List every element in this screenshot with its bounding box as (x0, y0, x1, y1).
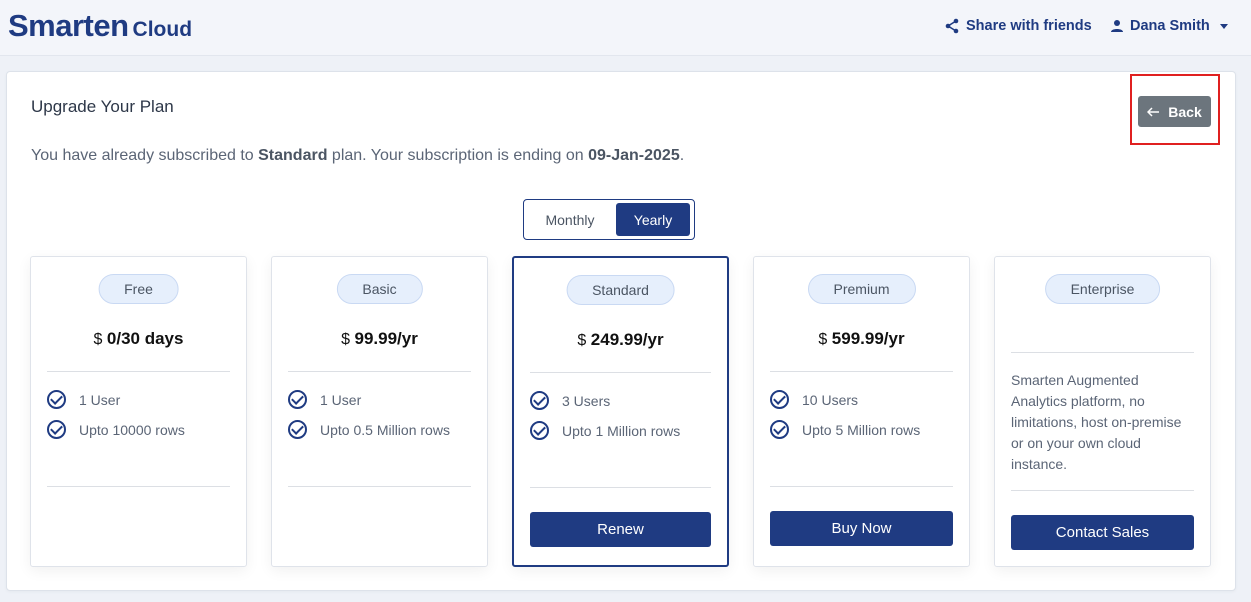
plan-name: Basic (336, 274, 423, 304)
feature-item: 1 User (288, 390, 361, 409)
brand-sub: Cloud (132, 18, 193, 41)
check-circle-icon (47, 420, 66, 439)
plan-price: $ 99.99/yr (341, 329, 418, 348)
feature-item: Upto 1 Million rows (530, 421, 680, 440)
monthly-option[interactable]: Monthly (527, 203, 613, 236)
plan-card-standard: Standard $ 249.99/yr 3 Users Upto 1 Mill… (512, 256, 729, 567)
arrow-left-icon (1147, 106, 1160, 117)
check-circle-icon (288, 420, 307, 439)
divider (770, 371, 953, 372)
divider (770, 486, 953, 487)
plan-card-free: Free $ 0/30 days 1 User Upto 10000 rows (30, 256, 247, 567)
user-name: Dana Smith (1130, 18, 1210, 34)
brand-logo[interactable]: Smarten Cloud (8, 8, 192, 44)
user-icon (1111, 20, 1123, 32)
feature-item: 10 Users (770, 390, 858, 409)
plan-description: Smarten Augmented Analytics platform, no… (1011, 372, 1182, 472)
subscription-status: You have already subscribed to Standard … (31, 147, 684, 165)
divider (288, 371, 471, 372)
check-circle-icon (770, 390, 789, 409)
contact-sales-button[interactable]: Contact Sales (1011, 515, 1194, 550)
plan-name: Enterprise (1044, 274, 1161, 304)
feature-item: 1 User (47, 390, 120, 409)
back-button[interactable]: Back (1138, 96, 1211, 127)
plan-price: $ 599.99/yr (818, 329, 905, 348)
chevron-down-icon (1219, 23, 1228, 29)
plan-card-basic: Basic $ 99.99/yr 1 User Upto 0.5 Million… (271, 256, 488, 567)
status-prefix: You have already subscribed to (31, 147, 259, 164)
brand-main: Smarten (8, 8, 129, 43)
feature-item: Upto 10000 rows (47, 420, 185, 439)
billing-toggle: Monthly Yearly (523, 199, 695, 240)
plan-card-premium: Premium $ 599.99/yr 10 Users Upto 5 Mill… (753, 256, 970, 567)
divider (1011, 490, 1194, 491)
plan-name: Free (98, 274, 179, 304)
check-circle-icon (288, 390, 307, 409)
yearly-option[interactable]: Yearly (616, 203, 690, 236)
buy-now-button[interactable]: Buy Now (770, 511, 953, 546)
plan-name: Premium (807, 274, 916, 304)
feature-item: 3 Users (530, 391, 610, 410)
back-label: Back (1168, 103, 1202, 120)
end-date: 09-Jan-2025 (588, 147, 680, 164)
plan-price: $ 0/30 days (93, 329, 184, 348)
renew-button[interactable]: Renew (530, 512, 711, 547)
divider (47, 371, 230, 372)
plan-card-enterprise: Enterprise Smarten Augmented Analytics p… (994, 256, 1211, 567)
plan-name: Standard (566, 275, 675, 305)
share-button[interactable]: Share with friends (944, 18, 1092, 34)
check-circle-icon (530, 421, 549, 440)
check-circle-icon (530, 391, 549, 410)
divider (288, 486, 471, 487)
status-mid: plan. Your subscription is ending on (327, 147, 589, 164)
current-plan: Standard (258, 147, 328, 164)
page-title: Upgrade Your Plan (31, 97, 174, 116)
plan-price: $ 249.99/yr (577, 330, 664, 349)
top-bar: Smarten Cloud Share with friends Dana Smi… (0, 0, 1251, 56)
divider (47, 486, 230, 487)
feature-item: Upto 5 Million rows (770, 420, 920, 439)
feature-item: Upto 0.5 Million rows (288, 420, 450, 439)
user-menu[interactable]: Dana Smith (1110, 18, 1228, 34)
share-label: Share with friends (966, 18, 1092, 34)
divider (530, 487, 711, 488)
divider (530, 372, 711, 373)
check-circle-icon (47, 390, 66, 409)
status-suffix: . (679, 147, 685, 164)
check-circle-icon (770, 420, 789, 439)
share-icon (945, 18, 959, 34)
divider (1011, 352, 1194, 353)
